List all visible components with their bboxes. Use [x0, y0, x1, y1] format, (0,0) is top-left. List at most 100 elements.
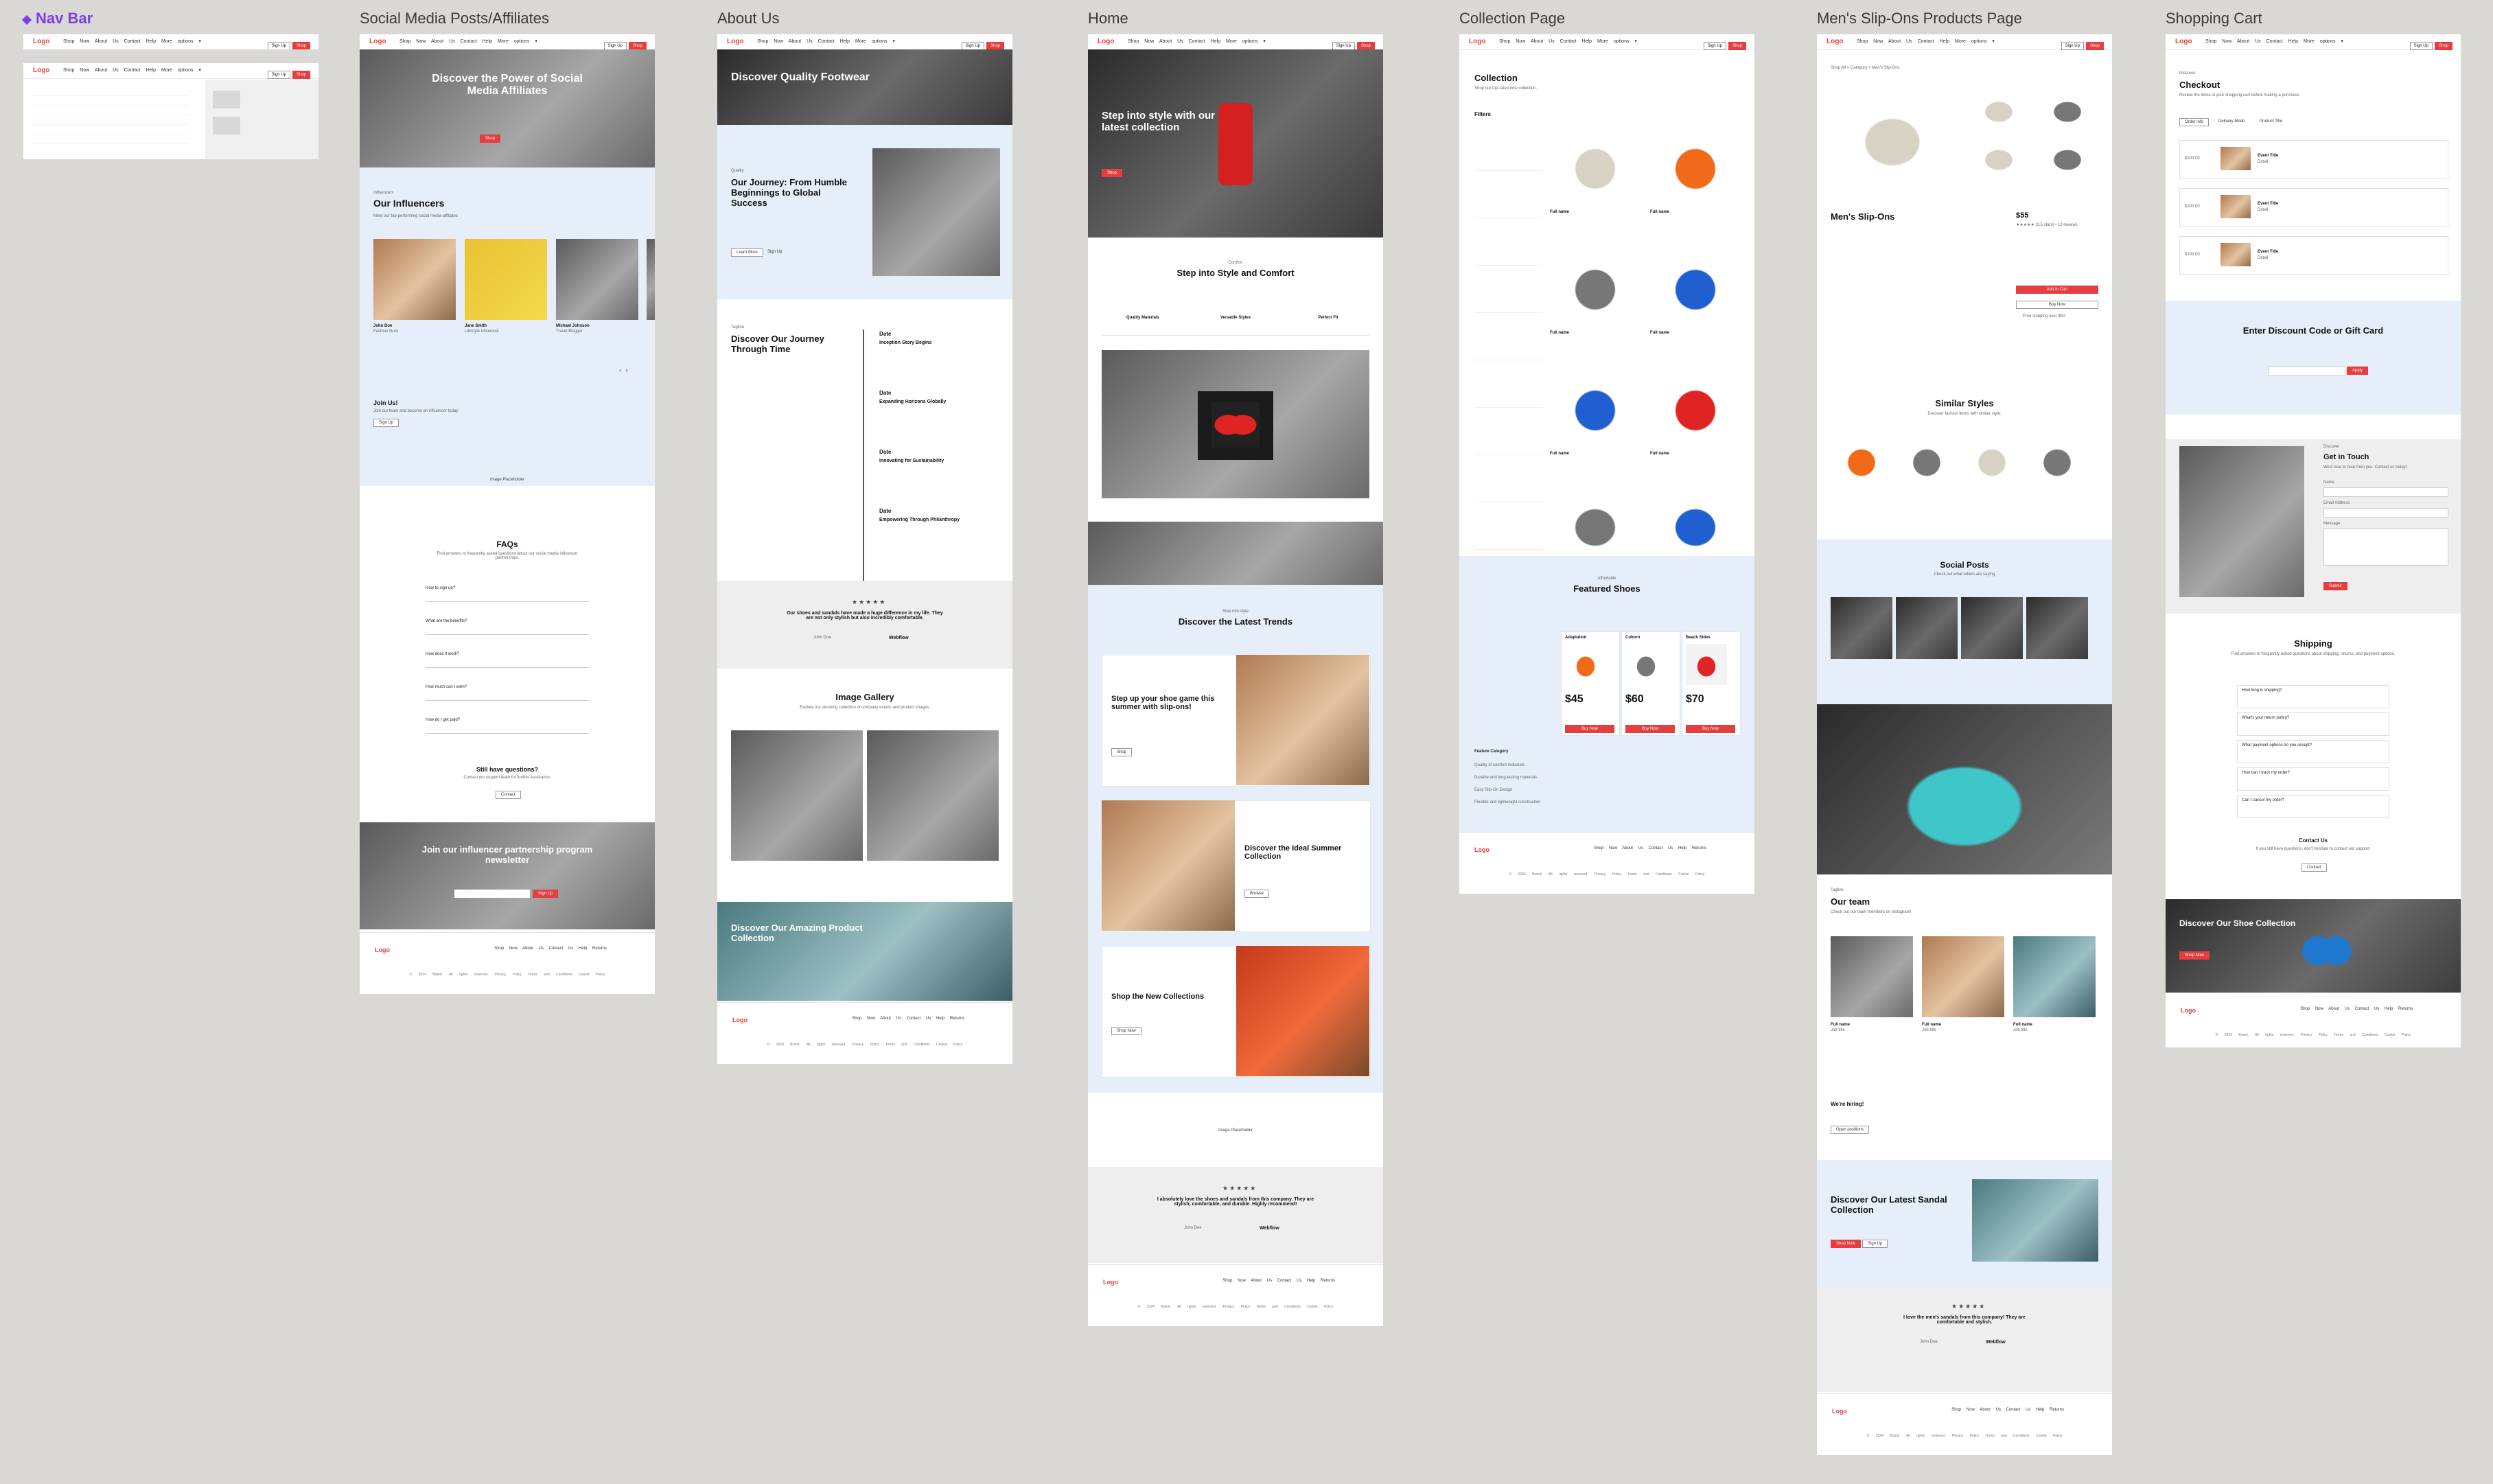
cta-button[interactable]: Shop — [292, 71, 310, 79]
contact-button[interactable]: Contact — [2301, 863, 2327, 872]
breadcrumb[interactable]: Shop All > Category > Men's Slip-Ons — [1831, 66, 1900, 70]
cta-button[interactable]: Shop — [1728, 42, 1746, 50]
mega-menu-links[interactable] — [32, 86, 189, 148]
nav-links[interactable]: Shop Now About Us Contact Help More opti… — [399, 38, 537, 44]
product-image[interactable] — [1650, 365, 1741, 448]
product-image[interactable] — [1550, 124, 1640, 206]
nav-links[interactable]: Shop Now About Us Contact Help More opti… — [1128, 38, 1266, 44]
buy-button[interactable]: Buy Now — [1625, 725, 1675, 733]
hero-button[interactable]: Shop — [1102, 169, 1123, 177]
faq-item[interactable]: Can I cancel my order? — [2237, 795, 2389, 818]
faq-item[interactable]: What payment options do you accept? — [2237, 740, 2389, 763]
footer-legal[interactable]: © 2024 Brand. All rights reserved. Priva… — [1459, 872, 1754, 877]
product-thumb[interactable] — [2037, 89, 2098, 130]
nav-links[interactable]: Shop Now About Us Contact Help More opti… — [63, 67, 201, 73]
faq-item[interactable]: What are the benefits? — [426, 619, 589, 635]
footer-logo[interactable]: Logo — [2181, 1007, 2196, 1014]
similar-product[interactable] — [1961, 432, 2023, 487]
buy-button[interactable]: Buy Now — [1686, 725, 1735, 733]
hero-button[interactable]: Shop — [480, 135, 501, 143]
similar-product[interactable] — [2026, 432, 2088, 487]
nav-links[interactable]: Shop Now About Us Contact Help More opti… — [2205, 38, 2343, 44]
product-image[interactable] — [1650, 486, 1741, 561]
faq-item[interactable]: How to sign up? — [426, 586, 589, 602]
faq-item[interactable]: How long is shipping? — [2237, 685, 2389, 708]
similar-product[interactable] — [1831, 432, 1892, 487]
cart-item[interactable] — [2179, 140, 2448, 178]
filter-sidebar[interactable] — [1474, 124, 1543, 563]
footer-legal[interactable]: © 2024 Brand. All rights reserved. Priva… — [2166, 1033, 2461, 1037]
logo[interactable]: Logo — [1469, 38, 1485, 45]
logo[interactable]: Logo — [1098, 38, 1114, 45]
message-textarea[interactable] — [2323, 529, 2448, 566]
footer-logo[interactable]: Logo — [1103, 1279, 1118, 1286]
product-thumb[interactable] — [1968, 89, 2030, 130]
signup-button[interactable]: Sign Up — [267, 71, 290, 79]
footer-links[interactable]: Shop Now About Us Contact Us Help Return… — [494, 947, 607, 951]
faq-item[interactable]: How do I get paid? — [426, 718, 589, 734]
trend-card-button[interactable]: Shop Now — [1111, 1027, 1141, 1035]
signup-button[interactable]: Sign Up — [2409, 42, 2433, 50]
trend-card-button[interactable]: Shop — [1111, 748, 1133, 756]
similar-product[interactable] — [1896, 432, 1958, 487]
footer-links[interactable]: Shop Now About Us Contact Us Help Return… — [1222, 1279, 1335, 1283]
faq-item[interactable]: What's your return policy? — [2237, 712, 2389, 736]
product-thumb[interactable] — [1968, 137, 2030, 178]
product-thumb[interactable] — [2037, 137, 2098, 178]
footer-links[interactable]: Shop Now About Us Contact Us Help Return… — [1594, 846, 1706, 850]
footer-links[interactable]: Shop Now About Us Contact Us Help Return… — [2300, 1007, 2413, 1011]
sandal-shop-button[interactable]: Shop Now — [1831, 1240, 1861, 1248]
faq-item[interactable]: How much can I earn? — [426, 685, 589, 701]
product-image[interactable] — [1550, 486, 1640, 561]
logo[interactable]: Logo — [2175, 38, 2192, 45]
cta-button[interactable]: Shop — [2434, 42, 2453, 50]
social-post-image[interactable] — [1896, 597, 1958, 659]
footer-legal[interactable]: © 2024 Brand. All rights reserved. Priva… — [360, 973, 655, 977]
shoe-banner-button[interactable]: Shop Now — [2179, 951, 2210, 960]
social-post-image[interactable] — [2026, 597, 2088, 659]
sandal-signup-button[interactable]: Sign Up — [1862, 1240, 1888, 1248]
nav-links[interactable]: Shop Now About Us Contact Help More opti… — [1499, 38, 1637, 44]
discount-input[interactable] — [2269, 367, 2345, 376]
newsletter-email-input[interactable] — [454, 890, 530, 898]
logo[interactable]: Logo — [727, 38, 743, 45]
product-image[interactable] — [1650, 124, 1741, 206]
cart-item[interactable] — [2179, 236, 2448, 275]
logo[interactable]: Logo — [369, 38, 386, 45]
newsletter-button[interactable]: Sign Up — [533, 890, 559, 898]
nav-links[interactable]: Shop Now About Us Contact Help More opti… — [1857, 38, 1995, 44]
footer-legal[interactable]: © 2024 Brand. All rights reserved. Priva… — [1817, 1434, 2112, 1438]
signup-button[interactable]: Sign Up — [267, 42, 290, 49]
carousel-arrows[interactable]: ‹ › — [619, 367, 629, 373]
checkout-tab[interactable]: Product Title — [2255, 118, 2288, 125]
footer-links[interactable]: Shop Now About Us Contact Us Help Return… — [852, 1017, 964, 1021]
social-post-image[interactable] — [1831, 597, 1892, 659]
name-input[interactable] — [2323, 487, 2448, 497]
footer-links[interactable]: Shop Now About Us Contact Us Help Return… — [1951, 1408, 2064, 1412]
social-post-image[interactable] — [1961, 597, 2023, 659]
learn-more-button[interactable]: Learn More — [731, 248, 763, 257]
signup-button[interactable]: Sign Up — [1703, 42, 1726, 50]
checkout-tab[interactable]: Order Info — [2179, 118, 2210, 126]
buy-button[interactable]: Buy Now — [1565, 725, 1614, 733]
footer-logo[interactable]: Logo — [1474, 846, 1489, 853]
cta-button[interactable]: Shop — [292, 42, 310, 49]
add-to-cart-button[interactable]: Add to Cart — [2016, 286, 2098, 294]
trend-card-button[interactable]: Browse — [1244, 890, 1270, 898]
email-input[interactable] — [2323, 508, 2448, 518]
logo[interactable]: Logo — [1827, 38, 1843, 45]
product-image[interactable] — [1650, 244, 1741, 327]
nav-bar-component[interactable]: Logo Shop Now About Us Contact Help More … — [23, 34, 318, 49]
product-image[interactable] — [1550, 365, 1640, 448]
faq-item[interactable]: How does it work? — [426, 652, 589, 668]
product-image[interactable] — [1550, 244, 1640, 327]
discount-apply-button[interactable]: Apply — [2347, 367, 2369, 375]
buy-now-button[interactable]: Buy Now — [2016, 301, 2098, 309]
join-button[interactable]: Sign Up — [373, 419, 399, 427]
cart-item[interactable] — [2179, 188, 2448, 227]
nav-bar-expanded[interactable]: Logo Shop Now About Us Contact Help More … — [23, 63, 318, 159]
footer-logo[interactable]: Logo — [375, 947, 390, 953]
cta-button[interactable]: Shop — [2085, 42, 2104, 50]
submit-button[interactable]: Submit — [2323, 582, 2347, 590]
contact-button[interactable]: Contact — [496, 791, 521, 799]
